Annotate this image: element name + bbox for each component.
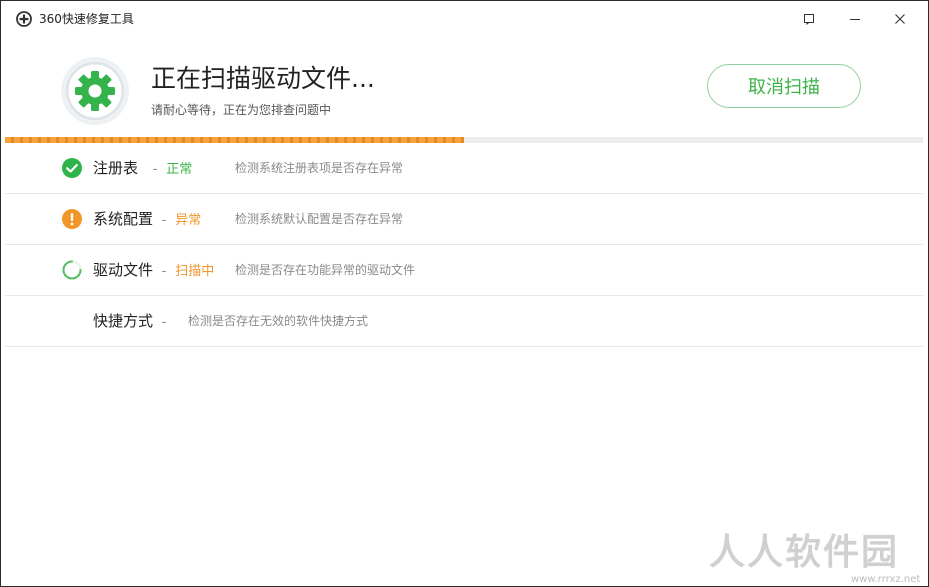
scan-item-separator: - bbox=[162, 262, 167, 282]
scan-title: 正在扫描驱动文件... bbox=[151, 63, 375, 95]
scan-item-system-config: 系统配置 - 异常 检测系统默认配置是否存在异常 bbox=[5, 194, 923, 245]
scan-item-label: 驱动文件 bbox=[93, 260, 153, 280]
scan-item-label: 系统配置 bbox=[93, 209, 153, 229]
warning-circle-icon bbox=[62, 209, 82, 229]
scan-item-description: 检测系统默认配置是否存在异常 bbox=[235, 211, 403, 227]
title-bar[interactable]: 360快速修复工具 bbox=[1, 1, 928, 37]
scan-item-status: 正常 bbox=[166, 160, 192, 180]
restore-button[interactable] bbox=[794, 7, 824, 31]
spinner-icon bbox=[62, 260, 82, 280]
scan-item-label: 快捷方式 bbox=[93, 311, 153, 331]
cancel-scan-button[interactable]: 取消扫描 bbox=[707, 64, 861, 108]
plus-circle-logo-icon bbox=[16, 11, 32, 27]
restore-window-icon bbox=[803, 13, 815, 25]
scan-item-description: 检测是否存在无效的软件快捷方式 bbox=[188, 313, 368, 329]
scan-item-separator: - bbox=[153, 160, 158, 180]
watermark-text: 人人软件园 bbox=[709, 533, 899, 573]
scan-item-separator: - bbox=[162, 313, 167, 333]
scan-item-registry: 注册表 - 正常 检测系统注册表项是否存在异常 bbox=[5, 143, 923, 194]
close-button[interactable] bbox=[885, 7, 915, 31]
scan-list: 注册表 - 正常 检测系统注册表项是否存在异常 系统配置 - 异常 检测系统默认… bbox=[5, 143, 923, 347]
scan-item-shortcuts: 快捷方式 - 检测是否存在无效的软件快捷方式 bbox=[5, 296, 923, 347]
minimize-icon bbox=[849, 13, 861, 25]
watermark-url: www.rrrxz.net bbox=[851, 574, 920, 585]
scan-item-description: 检测系统注册表项是否存在异常 bbox=[235, 160, 403, 176]
scan-item-status: 异常 bbox=[175, 211, 201, 231]
check-circle-icon bbox=[62, 158, 82, 178]
scan-item-label: 注册表 bbox=[93, 158, 138, 178]
scan-item-separator: - bbox=[162, 211, 167, 231]
scan-item-description: 检测是否存在功能异常的驱动文件 bbox=[235, 262, 415, 278]
minimize-button[interactable] bbox=[840, 7, 870, 31]
app-window: 360快速修复工具 bbox=[0, 0, 929, 587]
gear-icon bbox=[59, 55, 131, 127]
scan-item-status: 扫描中 bbox=[175, 262, 214, 282]
scan-subtitle: 请耐心等待，正在为您排查问题中 bbox=[151, 102, 331, 118]
close-icon bbox=[894, 13, 906, 25]
scan-item-driver-files: 驱动文件 - 扫描中 检测是否存在功能异常的驱动文件 bbox=[5, 245, 923, 296]
window-title: 360快速修复工具 bbox=[39, 11, 134, 27]
